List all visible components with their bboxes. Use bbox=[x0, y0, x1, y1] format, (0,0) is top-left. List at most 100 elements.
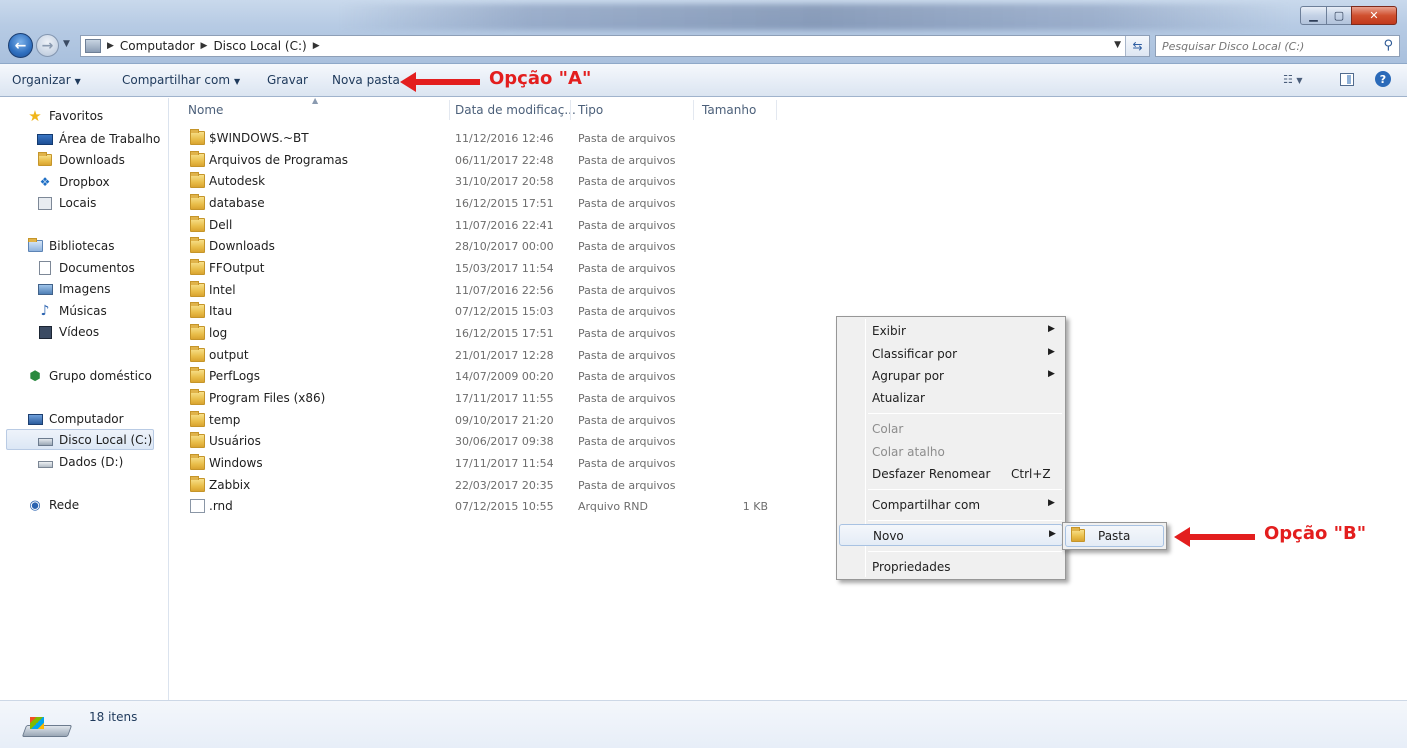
back-button[interactable]: ← bbox=[8, 33, 33, 58]
folder-icon bbox=[190, 151, 205, 167]
folder-icon bbox=[190, 216, 205, 232]
minimize-button[interactable]: ▁ bbox=[1300, 6, 1327, 25]
nav-desktop[interactable]: Área de Trabalho bbox=[37, 132, 160, 146]
annotation-arrow-b-head bbox=[1174, 527, 1190, 547]
list-item[interactable]: log 16/12/2015 17:51 Pasta de arquivos bbox=[170, 323, 790, 344]
nav-favorites[interactable]: ★ Favoritos bbox=[27, 107, 103, 125]
nav-dropbox[interactable]: ❖ Dropbox bbox=[37, 175, 110, 189]
menu-item-properties[interactable]: Propriedades bbox=[839, 556, 1063, 578]
chevron-right-icon[interactable]: ▶ bbox=[107, 41, 114, 51]
list-item[interactable]: $WINDOWS.~BT 11/12/2016 12:46 Pasta de arq… bbox=[170, 128, 790, 149]
nav-local-disk-c[interactable]: Disco Local (C:) bbox=[37, 433, 152, 447]
chevron-right-icon[interactable]: ▶ bbox=[313, 41, 320, 51]
breadcrumb-local-disk[interactable]: Disco Local (C:) bbox=[213, 39, 306, 53]
list-item[interactable]: Intel 11/07/2016 22:56 Pasta de arquivos bbox=[170, 280, 790, 301]
nav-recent-places[interactable]: Locais bbox=[37, 196, 96, 210]
list-item[interactable]: temp 09/10/2017 21:20 Pasta de arquivos bbox=[170, 410, 790, 431]
list-item[interactable]: Windows 17/11/2017 11:54 Pasta de arquivos bbox=[170, 453, 790, 474]
column-name[interactable]: Nome bbox=[188, 103, 223, 117]
nav-pictures[interactable]: Imagens bbox=[37, 282, 110, 296]
libraries-icon bbox=[27, 238, 43, 253]
search-icon[interactable]: ⚲ bbox=[1383, 38, 1393, 53]
list-item[interactable]: Itau 07/12/2015 15:03 Pasta de arquivos bbox=[170, 301, 790, 322]
folder-icon bbox=[190, 411, 205, 427]
column-headers: ▲ Nome Data de modificaç... Tipo Tamanho bbox=[170, 96, 1407, 122]
list-item[interactable]: Autodesk 31/10/2017 20:58 Pasta de arquivo… bbox=[170, 171, 790, 192]
details-view-icon: ☷ bbox=[1283, 73, 1293, 86]
refresh-button[interactable]: ⇆ bbox=[1125, 36, 1149, 56]
nav-libraries[interactable]: Bibliotecas bbox=[27, 238, 114, 253]
navigation-pane: ★ Favoritos Área de Trabalho Downloads ❖… bbox=[0, 98, 169, 700]
folder-icon bbox=[190, 476, 205, 492]
pictures-icon bbox=[37, 282, 53, 296]
chevron-right-icon[interactable]: ▶ bbox=[201, 41, 208, 51]
list-item[interactable]: .rnd 07/12/2015 10:55 Arquivo RND 1 KB bbox=[170, 496, 790, 517]
recent-pages-dropdown[interactable]: ▼ bbox=[63, 39, 70, 49]
burn-button[interactable]: Gravar bbox=[267, 73, 308, 87]
address-history-dropdown[interactable]: ▼ bbox=[1114, 40, 1121, 50]
maximize-button[interactable]: ▢ bbox=[1326, 6, 1352, 25]
menu-item-paste: Colar bbox=[872, 422, 904, 436]
view-options-button[interactable]: ☷ ▼ bbox=[1283, 73, 1303, 86]
preview-pane-button[interactable] bbox=[1340, 73, 1354, 86]
menu-separator bbox=[868, 520, 1062, 521]
nav-network[interactable]: ◉ Rede bbox=[27, 497, 79, 513]
list-item[interactable]: database 16/12/2015 17:51 Pasta de arquivo… bbox=[170, 193, 790, 214]
dropbox-icon: ❖ bbox=[39, 175, 51, 189]
nav-data-d[interactable]: Dados (D:) bbox=[37, 455, 123, 469]
folder-icon bbox=[190, 432, 205, 448]
column-size[interactable]: Tamanho bbox=[702, 103, 756, 117]
folder-icon bbox=[190, 389, 205, 405]
forward-button[interactable]: → bbox=[36, 34, 59, 57]
list-item[interactable]: Usuários 30/06/2017 09:38 Pasta de arquivo… bbox=[170, 431, 790, 452]
help-button[interactable]: ? bbox=[1375, 71, 1391, 87]
menu-separator bbox=[868, 413, 1062, 414]
arrow-right-icon: → bbox=[41, 37, 54, 54]
list-item[interactable]: Zabbix 22/03/2017 20:35 Pasta de arquivos bbox=[170, 475, 790, 496]
network-icon: ◉ bbox=[29, 497, 41, 513]
submenu-item-folder[interactable]: Pasta bbox=[1065, 525, 1164, 547]
folder-icon bbox=[190, 324, 205, 340]
list-item[interactable]: FFOutput 15/03/2017 11:54 Pasta de arquivo… bbox=[170, 258, 790, 279]
menu-separator bbox=[868, 551, 1062, 552]
videos-icon bbox=[37, 325, 53, 339]
list-item[interactable]: Program Files (x86) 17/11/2017 11:55 Pasta… bbox=[170, 388, 790, 409]
menu-item-undo-rename[interactable]: Desfazer Renomear Ctrl+Z bbox=[839, 463, 1063, 485]
list-item[interactable]: PerfLogs 14/07/2009 00:20 Pasta de arquivo… bbox=[170, 366, 790, 387]
address-bar[interactable]: ▶ Computador ▶ Disco Local (C:) ▶ ▼ ⇆ bbox=[80, 35, 1150, 57]
explorer-window: ▁ ▢ ✕ ← → ▼ ▶ Computador ▶ Disco Local (… bbox=[0, 0, 1407, 748]
menu-item-share-with[interactable]: Compartilhar com ▶ bbox=[839, 494, 1063, 516]
menu-item-sort-by[interactable]: Classificar por ▶ bbox=[839, 343, 1063, 365]
breadcrumb-computer[interactable]: Computador bbox=[120, 39, 195, 53]
help-icon: ? bbox=[1379, 72, 1387, 86]
menu-item-new[interactable]: Novo ▶ bbox=[839, 524, 1063, 546]
close-button[interactable]: ✕ bbox=[1351, 6, 1397, 25]
menu-separator bbox=[868, 489, 1062, 490]
nav-downloads[interactable]: Downloads bbox=[37, 152, 125, 167]
search-input[interactable] bbox=[1162, 39, 1372, 53]
list-item[interactable]: Downloads 28/10/2017 00:00 Pasta de arquiv… bbox=[170, 236, 790, 257]
menu-item-refresh[interactable]: Atualizar bbox=[839, 387, 1063, 409]
nav-homegroup[interactable]: ⬢ Grupo doméstico bbox=[27, 369, 152, 384]
file-icon bbox=[190, 499, 205, 513]
new-submenu: Pasta bbox=[1062, 522, 1167, 550]
menu-item-group-by[interactable]: Agrupar por ▶ bbox=[839, 365, 1063, 387]
nav-documents[interactable]: Documentos bbox=[37, 261, 135, 275]
column-date[interactable]: Data de modificaç... bbox=[455, 103, 576, 117]
list-item[interactable]: Arquivos de Programas 06/11/2017 22:48 Pas… bbox=[170, 150, 790, 171]
arrow-left-icon: ← bbox=[14, 37, 27, 54]
drive-icon bbox=[37, 455, 53, 469]
menu-item-view[interactable]: Exibir ▶ bbox=[839, 320, 1063, 342]
list-item[interactable]: output 21/01/2017 12:28 Pasta de arquivos bbox=[170, 345, 790, 366]
details-pane: 18 itens bbox=[0, 700, 1407, 748]
nav-videos[interactable]: Vídeos bbox=[37, 325, 99, 339]
nav-computer[interactable]: Computador bbox=[27, 412, 124, 426]
nav-music[interactable]: ♪ Músicas bbox=[37, 303, 107, 319]
share-with-button[interactable]: Compartilhar com ▼ bbox=[122, 73, 240, 87]
downloads-folder-icon bbox=[37, 152, 53, 167]
list-item[interactable]: Dell 11/07/2016 22:41 Pasta de arquivos bbox=[170, 215, 790, 236]
organize-button[interactable]: Organizar ▼ bbox=[12, 73, 81, 87]
search-box[interactable]: ⚲ bbox=[1155, 35, 1400, 57]
new-folder-button[interactable]: Nova pasta bbox=[332, 73, 400, 87]
column-type[interactable]: Tipo bbox=[578, 103, 603, 117]
